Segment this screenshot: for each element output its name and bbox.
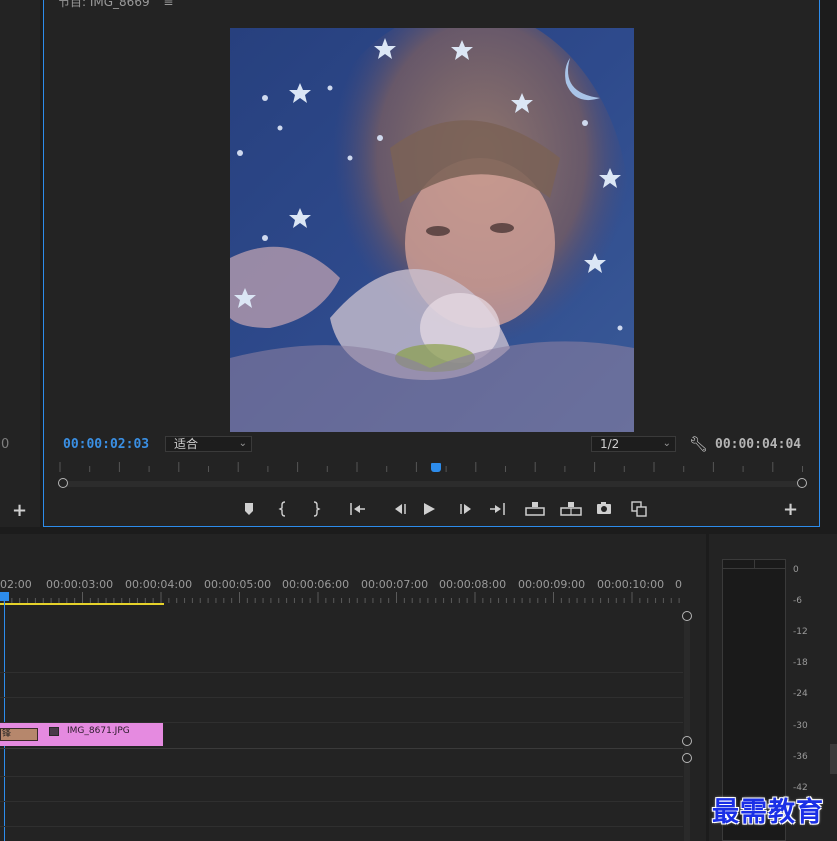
meter-channel-divider: [754, 560, 755, 568]
step-forward-icon: [460, 504, 471, 514]
track-divider: [0, 826, 683, 827]
lift-icon: [525, 502, 545, 516]
ruler-label: 00:00:08:00: [439, 578, 507, 591]
scroll-handle-lower[interactable]: [682, 753, 692, 763]
ruler-label: 02:00: [0, 578, 32, 591]
track-divider: [0, 801, 683, 802]
source-panel-edge: 0 +: [0, 0, 40, 527]
zoom-scrollbar[interactable]: [61, 481, 803, 487]
video-frame-image: [230, 28, 634, 432]
hamburger-icon[interactable]: ≡: [163, 0, 173, 9]
ruler-label: 00:00:05:00: [204, 578, 272, 591]
db-label: 0: [793, 565, 799, 575]
program-monitor: 节目: IMG_8669 ≡ 00:00:02:03 适合 ⌄ 1/2 ⌄ 🔧︎…: [43, 0, 820, 527]
chevron-down-icon: ⌄: [238, 438, 247, 449]
db-label: -36: [793, 752, 808, 762]
comparison-icon: [631, 501, 647, 517]
ruler-label: 00:00:07:00: [361, 578, 429, 591]
work-area-bar[interactable]: [0, 603, 164, 605]
db-label: -30: [793, 721, 808, 731]
current-timecode[interactable]: 00:00:02:03: [63, 437, 149, 452]
go-to-in-icon: [350, 503, 365, 515]
track-divider: [0, 697, 683, 698]
ruler-label: 00:00:03:00: [46, 578, 114, 591]
play-icon: [424, 503, 435, 515]
mark-out-icon: [313, 501, 321, 517]
video-preview: [230, 28, 634, 432]
monitor-title-text: 节目: IMG_8669: [58, 0, 150, 9]
mark-in-icon: [278, 501, 286, 517]
transport-controls: [237, 498, 667, 520]
track-divider: [0, 672, 683, 673]
ruler-label: 00:00:04:00: [125, 578, 193, 591]
duration-timecode: 00:00:04:04: [715, 437, 802, 452]
meter-peak-line: [723, 568, 785, 569]
video-clip[interactable]: 锋 IMG_8671.JPG: [0, 723, 163, 746]
db-label: -18: [793, 658, 808, 668]
source-timecode-fragment: 0: [1, 437, 10, 452]
resolution-select[interactable]: 1/2 ⌄: [591, 436, 676, 452]
timeline-playhead-line: [4, 600, 5, 841]
clip-label: IMG_8671.JPG: [67, 726, 130, 736]
track-divider: [0, 748, 683, 749]
timeline-panel: 02:00 00:00:03:00 00:00:04:00 00:00:05:0…: [0, 534, 706, 841]
ruler-label: 00:00:10:00: [597, 578, 665, 591]
db-label: -6: [793, 596, 802, 606]
step-back-icon: [395, 504, 406, 514]
watermark-logo: 最需教育: [712, 797, 824, 828]
transition-block[interactable]: 锋: [0, 728, 38, 741]
fx-badge-icon: [49, 727, 59, 736]
transport-icons: [245, 501, 647, 517]
zoom-fit-select[interactable]: 适合 ⌄: [165, 436, 252, 452]
ruler-label: 0: [675, 578, 682, 591]
playhead-handle[interactable]: [431, 463, 441, 472]
resolution-value: 1/2: [600, 437, 620, 451]
add-button-icon[interactable]: +: [12, 500, 27, 521]
timeline-vertical-scrollbar[interactable]: [684, 616, 690, 841]
scroll-handle-mid[interactable]: [682, 736, 692, 746]
extract-icon: [560, 502, 582, 516]
scrollbar-right-handle[interactable]: [797, 478, 807, 488]
db-label: -12: [793, 627, 808, 637]
scroll-handle-top[interactable]: [682, 611, 692, 621]
add-button-icon[interactable]: +: [783, 499, 798, 520]
go-to-out-icon: [490, 503, 505, 515]
meter-scrollbar[interactable]: [830, 744, 837, 774]
track-divider: [0, 776, 683, 777]
zoom-fit-value: 适合: [174, 437, 199, 451]
monitor-title: 节目: IMG_8669 ≡: [58, 0, 173, 10]
ruler-label: 00:00:09:00: [518, 578, 586, 591]
timeline-ruler[interactable]: 02:00 00:00:03:00 00:00:04:00 00:00:05:0…: [0, 578, 690, 592]
transition-label: 锋: [2, 729, 12, 739]
wrench-icon[interactable]: 🔧︎: [689, 435, 708, 453]
chevron-down-icon: ⌄: [662, 438, 671, 449]
ruler-label: 00:00:06:00: [282, 578, 350, 591]
marker-icon: [245, 503, 253, 515]
scrollbar-left-handle[interactable]: [58, 478, 68, 488]
db-label: -24: [793, 689, 808, 699]
camera-icon: [597, 502, 611, 514]
